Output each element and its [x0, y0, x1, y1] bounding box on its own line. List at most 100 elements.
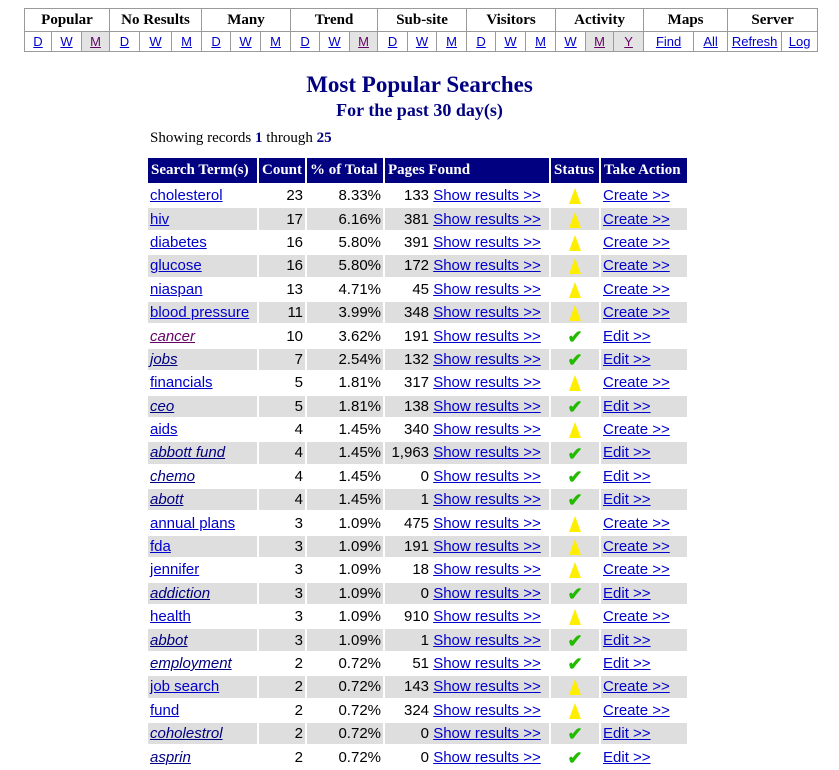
- search-term-link[interactable]: abbott fund: [150, 444, 225, 461]
- nav-activity-monthly[interactable]: M: [594, 34, 605, 49]
- search-term-link[interactable]: addiction: [150, 585, 210, 602]
- take-action-link[interactable]: Edit >>: [603, 749, 651, 766]
- take-action-link[interactable]: Edit >>: [603, 632, 651, 649]
- show-results-link[interactable]: Show results >>: [433, 678, 541, 695]
- nav-sub-site-weekly[interactable]: W: [416, 34, 428, 49]
- search-term-link[interactable]: jobs: [150, 351, 178, 368]
- show-results-link[interactable]: Show results >>: [433, 421, 541, 438]
- show-results-link[interactable]: Show results >>: [433, 608, 541, 625]
- take-action-link[interactable]: Edit >>: [603, 468, 651, 485]
- nav-maps-find[interactable]: Find: [656, 34, 681, 49]
- show-results-link[interactable]: Show results >>: [433, 328, 541, 345]
- take-action-link[interactable]: Create >>: [603, 421, 670, 438]
- search-term-link[interactable]: fund: [150, 702, 179, 719]
- take-action-link[interactable]: Create >>: [603, 187, 670, 204]
- take-action-link[interactable]: Create >>: [603, 281, 670, 298]
- take-action-link[interactable]: Edit >>: [603, 328, 651, 345]
- show-results-link[interactable]: Show results >>: [433, 257, 541, 274]
- search-term-link[interactable]: abott: [150, 491, 183, 508]
- show-results-link[interactable]: Show results >>: [433, 444, 541, 461]
- nav-many-weekly[interactable]: W: [239, 34, 251, 49]
- nav-sub-site-daily[interactable]: D: [388, 34, 397, 49]
- show-results-link[interactable]: Show results >>: [433, 398, 541, 415]
- take-action-link[interactable]: Create >>: [603, 702, 670, 719]
- show-results-link[interactable]: Show results >>: [433, 655, 541, 672]
- take-action-link[interactable]: Edit >>: [603, 444, 651, 461]
- search-term-link[interactable]: annual plans: [150, 515, 235, 532]
- show-results-link[interactable]: Show results >>: [433, 351, 541, 368]
- take-action-link[interactable]: Edit >>: [603, 398, 651, 415]
- nav-many-monthly[interactable]: M: [270, 34, 281, 49]
- take-action-link[interactable]: Edit >>: [603, 351, 651, 368]
- show-results-link[interactable]: Show results >>: [433, 281, 541, 298]
- search-term-link[interactable]: abbot: [150, 632, 188, 649]
- take-action-link[interactable]: Edit >>: [603, 725, 651, 742]
- take-action-link[interactable]: Create >>: [603, 538, 670, 555]
- search-term-link[interactable]: health: [150, 608, 191, 625]
- take-action-link[interactable]: Create >>: [603, 304, 670, 321]
- nav-popular-daily[interactable]: D: [33, 34, 42, 49]
- nav-trend-weekly[interactable]: W: [328, 34, 340, 49]
- nav-no-results-monthly[interactable]: M: [181, 34, 192, 49]
- search-term-link[interactable]: aids: [150, 421, 178, 438]
- search-term-link[interactable]: jennifer: [150, 561, 199, 578]
- take-action-link[interactable]: Create >>: [603, 234, 670, 251]
- take-action-link[interactable]: Create >>: [603, 257, 670, 274]
- nav-server-log[interactable]: Log: [789, 34, 811, 49]
- take-action-link[interactable]: Create >>: [603, 561, 670, 578]
- show-results-link[interactable]: Show results >>: [433, 632, 541, 649]
- take-action-link[interactable]: Create >>: [603, 211, 670, 228]
- search-term-link[interactable]: financials: [150, 374, 213, 391]
- nav-trend-daily[interactable]: D: [300, 34, 309, 49]
- search-term-link[interactable]: chemo: [150, 468, 195, 485]
- nav-no-results-daily[interactable]: D: [120, 34, 129, 49]
- show-results-link[interactable]: Show results >>: [433, 304, 541, 321]
- show-results-link[interactable]: Show results >>: [433, 468, 541, 485]
- show-results-link[interactable]: Show results >>: [433, 515, 541, 532]
- search-term-link[interactable]: diabetes: [150, 234, 207, 251]
- search-term-link[interactable]: niaspan: [150, 281, 203, 298]
- nav-popular-weekly[interactable]: W: [60, 34, 72, 49]
- take-action-link[interactable]: Create >>: [603, 608, 670, 625]
- nav-activity-weekly[interactable]: W: [564, 34, 576, 49]
- search-term-link[interactable]: blood pressure: [150, 304, 249, 321]
- show-results-link[interactable]: Show results >>: [433, 585, 541, 602]
- nav-visitors-daily[interactable]: D: [476, 34, 485, 49]
- search-term-link[interactable]: glucose: [150, 257, 202, 274]
- show-results-link[interactable]: Show results >>: [433, 187, 541, 204]
- take-action-link[interactable]: Create >>: [603, 515, 670, 532]
- take-action-link[interactable]: Create >>: [603, 678, 670, 695]
- show-results-link[interactable]: Show results >>: [433, 211, 541, 228]
- take-action-link[interactable]: Edit >>: [603, 655, 651, 672]
- search-term-link[interactable]: hiv: [150, 211, 169, 228]
- show-results-link[interactable]: Show results >>: [433, 374, 541, 391]
- search-term-link[interactable]: ceo: [150, 398, 174, 415]
- nav-popular-monthly[interactable]: M: [90, 34, 101, 49]
- nav-no-results-weekly[interactable]: W: [149, 34, 161, 49]
- search-term-link[interactable]: job search: [150, 678, 219, 695]
- nav-trend-monthly[interactable]: M: [358, 34, 369, 49]
- take-action-link[interactable]: Create >>: [603, 374, 670, 391]
- nav-maps-all[interactable]: All: [703, 34, 717, 49]
- search-term-link[interactable]: coholestrol: [150, 725, 223, 742]
- nav-visitors-monthly[interactable]: M: [535, 34, 546, 49]
- nav-many-daily[interactable]: D: [211, 34, 220, 49]
- show-results-link[interactable]: Show results >>: [433, 702, 541, 719]
- show-results-link[interactable]: Show results >>: [433, 561, 541, 578]
- show-results-link[interactable]: Show results >>: [433, 491, 541, 508]
- search-term-link[interactable]: fda: [150, 538, 171, 555]
- show-results-link[interactable]: Show results >>: [433, 725, 541, 742]
- show-results-link[interactable]: Show results >>: [433, 749, 541, 766]
- nav-activity-yearly[interactable]: Y: [624, 34, 633, 49]
- search-term-link[interactable]: cancer: [150, 328, 195, 345]
- search-term-link[interactable]: cholesterol: [150, 187, 223, 204]
- nav-server-refresh[interactable]: Refresh: [732, 34, 778, 49]
- take-action-link[interactable]: Edit >>: [603, 585, 651, 602]
- search-term-link[interactable]: employment: [150, 655, 232, 672]
- nav-visitors-weekly[interactable]: W: [504, 34, 516, 49]
- show-results-link[interactable]: Show results >>: [433, 538, 541, 555]
- search-term-link[interactable]: asprin: [150, 749, 191, 766]
- nav-sub-site-monthly[interactable]: M: [446, 34, 457, 49]
- show-results-link[interactable]: Show results >>: [433, 234, 541, 251]
- take-action-link[interactable]: Edit >>: [603, 491, 651, 508]
